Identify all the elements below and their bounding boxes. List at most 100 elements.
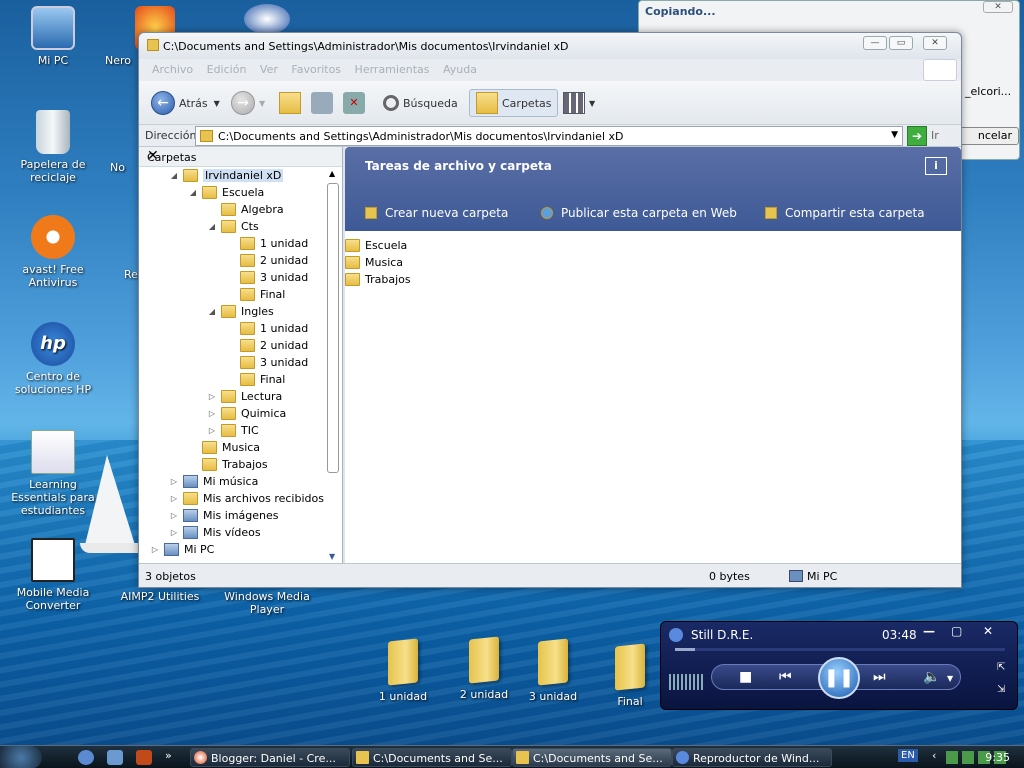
- desktop-folder[interactable]: 2 unidad: [444, 636, 524, 701]
- address-input[interactable]: C:\Documents and Settings\Administrador\…: [195, 126, 903, 146]
- expand-icon[interactable]: ▷: [169, 494, 179, 503]
- list-item[interactable]: Musica: [345, 254, 403, 271]
- close-button[interactable]: ✕: [983, 624, 993, 638]
- menu-archivo[interactable]: Archivo: [147, 59, 198, 76]
- expand-icon[interactable]: ▷: [150, 545, 160, 554]
- move-to-button[interactable]: [311, 89, 337, 117]
- tree-item[interactable]: Trabajos: [188, 456, 268, 473]
- tree-item[interactable]: ▷ Mis vídeos: [169, 524, 261, 541]
- expand-icon[interactable]: ⇱: [997, 662, 1005, 673]
- close-icon[interactable]: ✕: [147, 148, 334, 164]
- expand-icon[interactable]: ▷: [207, 392, 217, 401]
- task-new-folder[interactable]: Crear nueva carpeta: [365, 206, 508, 220]
- scrollbar-thumb[interactable]: [327, 183, 339, 473]
- up-folder-button[interactable]: [279, 89, 305, 117]
- menu-herramientas[interactable]: Herramientas: [350, 59, 435, 76]
- tree-item[interactable]: Musica: [188, 439, 260, 456]
- collapse-icon[interactable]: ◢: [169, 171, 179, 180]
- back-button[interactable]: ← Atrás ▼: [151, 89, 220, 117]
- chevron-down-icon[interactable]: ▼: [947, 674, 953, 683]
- collapse-icon[interactable]: ◢: [188, 188, 198, 197]
- maximize-button[interactable]: ▢: [951, 624, 962, 638]
- pause-button[interactable]: ❚❚: [818, 657, 860, 699]
- desktop-folder[interactable]: Final: [590, 643, 670, 708]
- go-arrow-icon[interactable]: ➔: [907, 126, 927, 146]
- chevron-right-icon[interactable]: »: [165, 749, 172, 762]
- expand-icon[interactable]: ▷: [169, 511, 179, 520]
- tree-item[interactable]: 1 unidad: [226, 235, 308, 252]
- task-explorer-1[interactable]: C:\Documents and Se...: [352, 748, 512, 767]
- next-button[interactable]: ⏭: [873, 669, 886, 685]
- info-icon[interactable]: i: [925, 157, 947, 175]
- maximize-button[interactable]: ▭: [889, 36, 913, 50]
- tree-item[interactable]: 2 unidad: [226, 252, 308, 269]
- desktop-folder[interactable]: 3 unidad: [513, 638, 593, 703]
- delete-button[interactable]: ✕: [343, 89, 369, 117]
- go-button[interactable]: Ir: [931, 129, 939, 142]
- task-publish-web[interactable]: Publicar esta carpeta en Web: [541, 206, 737, 220]
- tree-item[interactable]: ◢ Irvindaniel xD: [169, 167, 284, 184]
- mobile-media-converter-icon[interactable]: Mobile Media Converter: [3, 538, 103, 612]
- tree-item[interactable]: 3 unidad: [226, 269, 308, 286]
- menu-ayuda[interactable]: Ayuda: [438, 59, 482, 76]
- hp-icon[interactable]: hp Centro de soluciones HP: [3, 322, 103, 396]
- tree-item[interactable]: ◢ Escuela: [188, 184, 264, 201]
- minimize-button[interactable]: —: [863, 36, 887, 50]
- recycle-bin-icon[interactable]: Papelera de reciclaje: [3, 110, 103, 184]
- close-button[interactable]: ✕: [983, 1, 1013, 13]
- seek-bar[interactable]: [675, 648, 1005, 651]
- desktop-folder[interactable]: 1 unidad: [363, 638, 443, 703]
- expand-icon[interactable]: ▷: [207, 426, 217, 435]
- aimp2-icon[interactable]: AIMP2 Utilities: [110, 590, 210, 603]
- minimize-button[interactable]: —: [923, 624, 935, 638]
- expand-icon[interactable]: ▷: [207, 409, 217, 418]
- avast-icon[interactable]: avast! Free Antivirus: [3, 215, 103, 289]
- tree-item[interactable]: Algebra: [207, 201, 284, 218]
- forward-button[interactable]: → ▼: [231, 89, 265, 117]
- app-quicklaunch-icon[interactable]: [136, 750, 152, 765]
- compact-mode-icon[interactable]: ⇲: [997, 684, 1005, 695]
- menu-edicion[interactable]: Edición: [202, 59, 252, 76]
- previous-button[interactable]: ⏮: [779, 669, 792, 685]
- tree-item[interactable]: ▷ Quimica: [207, 405, 286, 422]
- my-pc-icon[interactable]: Mi PC: [3, 6, 103, 67]
- tree-item[interactable]: ▷ Mi música: [169, 473, 258, 490]
- tree-item[interactable]: Final: [226, 286, 285, 303]
- tree-item[interactable]: ▷ TIC: [207, 422, 259, 439]
- tree-item[interactable]: ▷ Mi PC: [150, 541, 214, 558]
- list-item[interactable]: Trabajos: [345, 271, 411, 288]
- start-button[interactable]: [0, 746, 42, 768]
- tray-expand-icon[interactable]: ‹: [932, 749, 936, 762]
- scroll-up-icon[interactable]: ▲: [329, 169, 335, 178]
- menu-favoritos[interactable]: Favoritos: [286, 59, 346, 76]
- tree-item[interactable]: ▷ Mis archivos recibidos: [169, 490, 324, 507]
- task-share-folder[interactable]: Compartir esta carpeta: [765, 206, 925, 220]
- tree-item[interactable]: 3 unidad: [226, 354, 308, 371]
- tree-item[interactable]: ▷ Mis imágenes: [169, 507, 279, 524]
- language-indicator[interactable]: EN: [898, 749, 918, 762]
- wmp-icon[interactable]: Windows Media Player: [217, 590, 317, 616]
- search-button[interactable]: Búsqueda: [383, 89, 458, 117]
- tree-item[interactable]: 2 unidad: [226, 337, 308, 354]
- collapse-icon[interactable]: ◢: [207, 222, 217, 231]
- menu-ver[interactable]: Ver: [255, 59, 283, 76]
- tree-item[interactable]: ◢ Ingles: [207, 303, 274, 320]
- wmp-quicklaunch-icon[interactable]: [78, 750, 94, 765]
- show-desktop-icon[interactable]: [107, 750, 123, 765]
- tree-item[interactable]: 1 unidad: [226, 320, 308, 337]
- task-media-player[interactable]: Reproductor de Wind...: [672, 748, 832, 767]
- tree-item[interactable]: ▷ Lectura: [207, 388, 282, 405]
- folders-button[interactable]: Carpetas: [469, 89, 559, 117]
- collapse-icon[interactable]: ◢: [207, 307, 217, 316]
- cancel-button[interactable]: ncelar: [957, 127, 1019, 145]
- expand-icon[interactable]: ▷: [169, 477, 179, 486]
- aimp-top-icon[interactable]: [244, 4, 290, 34]
- stop-button[interactable]: ■: [739, 669, 752, 685]
- tree-item[interactable]: ◢ Cts: [207, 218, 259, 235]
- task-explorer-2[interactable]: C:\Documents and Se...: [512, 748, 672, 767]
- chevron-down-icon[interactable]: ▼: [891, 130, 898, 140]
- list-item[interactable]: Escuela: [345, 237, 407, 254]
- volume-icon[interactable]: 🔈: [923, 669, 940, 685]
- scroll-down-icon[interactable]: ▼: [329, 552, 335, 561]
- task-blogger[interactable]: Blogger: Daniel - Cre...: [190, 748, 350, 767]
